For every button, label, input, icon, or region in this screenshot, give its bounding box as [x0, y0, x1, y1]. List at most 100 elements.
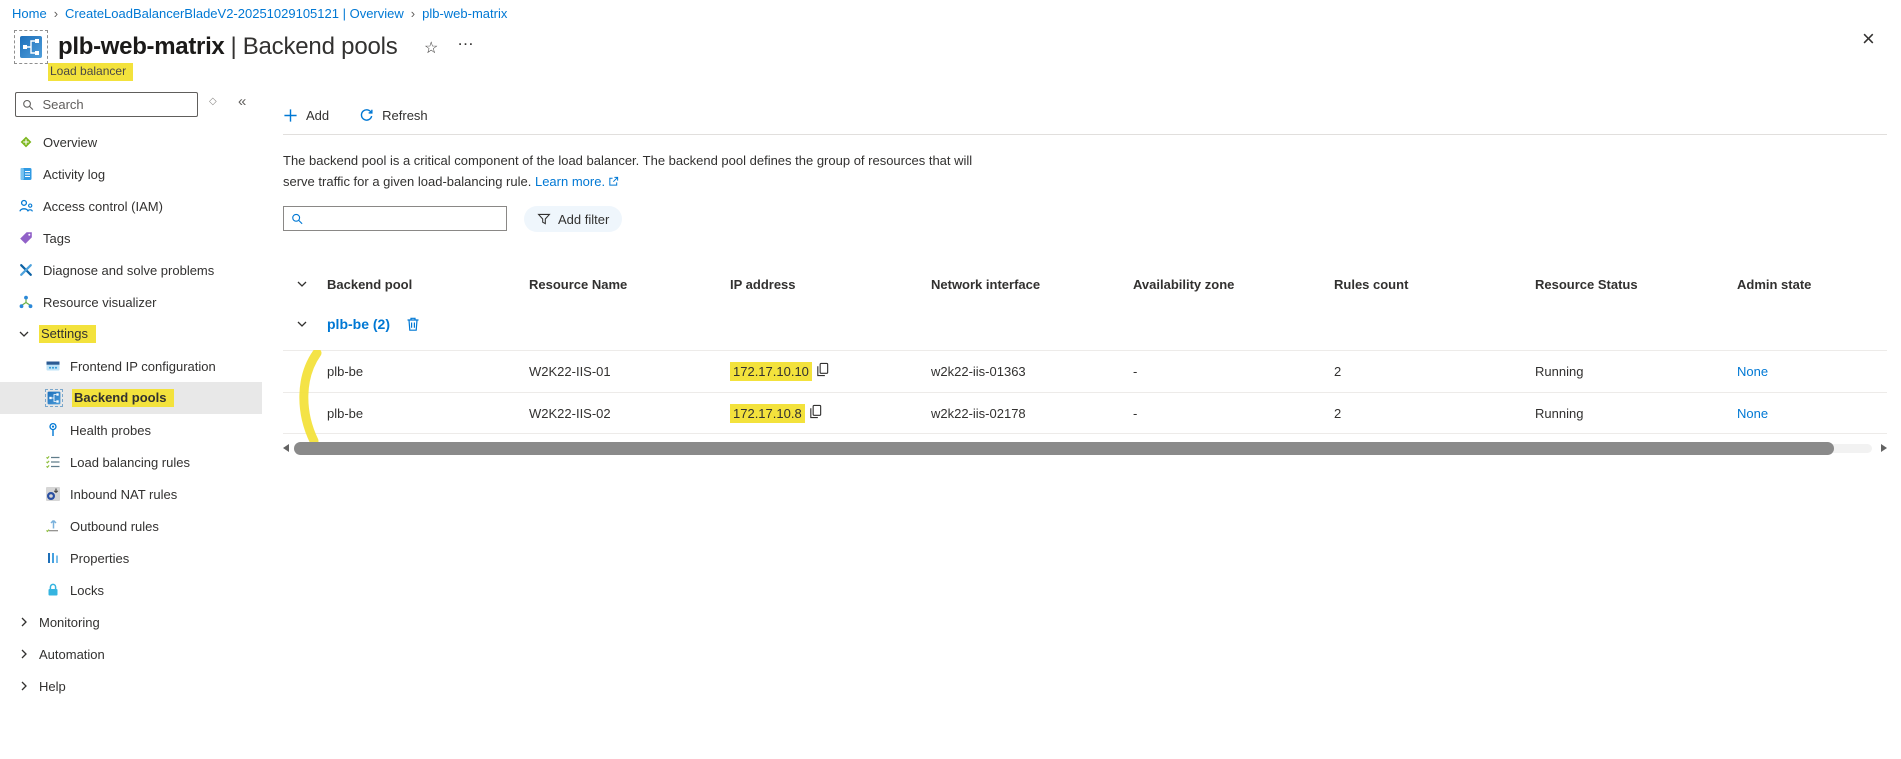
breadcrumb-home[interactable]: Home: [12, 6, 47, 21]
column-header-resource-name[interactable]: Resource Name: [529, 277, 730, 292]
sidebar-item-inbound-nat-rules[interactable]: Inbound NAT rules: [0, 478, 262, 510]
table-row[interactable]: plb-be W2K22-IIS-02 172.17.10.8 w2k22-ii…: [283, 392, 1887, 434]
column-header-backend-pool[interactable]: Backend pool: [327, 277, 529, 292]
column-header-admin-state[interactable]: Admin state: [1737, 277, 1887, 292]
table-filter-input[interactable]: [309, 210, 499, 227]
cell-availability-zone: -: [1133, 405, 1138, 421]
sidebar-item-load-balancing-rules[interactable]: Load balancing rules: [0, 446, 262, 478]
refresh-button[interactable]: Refresh: [359, 108, 428, 123]
outbound-rules-icon: [46, 519, 58, 533]
breadcrumb-current[interactable]: plb-web-matrix: [422, 6, 507, 21]
blade-name: Backend pools: [242, 33, 398, 60]
chevron-right-icon: [21, 617, 27, 627]
column-header-rules-count[interactable]: Rules count: [1334, 277, 1535, 292]
cell-admin-state[interactable]: None: [1737, 406, 1887, 421]
cell-ip-address: 172.17.10.10: [730, 362, 931, 381]
sidebar-item-label: Tags: [43, 230, 71, 246]
sidebar-item-tags[interactable]: Tags: [0, 222, 262, 254]
cell-rules-count: 2: [1334, 364, 1342, 379]
frontend-ip-icon: [46, 361, 60, 371]
sidebar-item-label: Activity log: [43, 166, 106, 182]
cell-resource-name: W2K22-IIS-02: [529, 405, 611, 421]
table-filter-search[interactable]: [283, 206, 507, 231]
add-button-label: Add: [306, 107, 330, 123]
more-options-icon[interactable]: …: [457, 30, 475, 50]
sidebar-item-resource-visualizer[interactable]: Resource visualizer: [0, 286, 262, 318]
load-balancer-icon: [14, 30, 48, 64]
delete-pool-icon[interactable]: [405, 316, 421, 332]
sidebar-item-label: Load balancing rules: [70, 454, 190, 470]
breadcrumb-separator: ›: [53, 6, 59, 21]
collapse-group-chevron-icon[interactable]: [283, 318, 327, 330]
sidebar-item-frontend-ip[interactable]: Frontend IP configuration: [0, 350, 262, 382]
sidebar-item-label: Monitoring: [39, 614, 100, 630]
chevron-right-icon: [21, 681, 27, 691]
sidebar-item-activity-log[interactable]: Activity log: [0, 158, 262, 190]
backend-pools-table: Backend pool Resource Name IP address Ne…: [283, 270, 1887, 434]
table-header-row: Backend pool Resource Name IP address Ne…: [283, 270, 1887, 298]
breadcrumb: Home › CreateLoadBalancerBladeV2-2025102…: [12, 6, 507, 21]
sidebar-item-label: Help: [39, 678, 66, 694]
sidebar-item-label: Overview: [43, 134, 98, 150]
ip-address-highlighted: 172.17.10.10: [730, 362, 812, 381]
sidebar-group-automation[interactable]: Automation: [0, 638, 262, 670]
sidebar-group-monitoring[interactable]: Monitoring: [0, 606, 262, 638]
sidebar-item-label: Diagnose and solve problems: [43, 262, 215, 278]
column-header-availability-zone[interactable]: Availability zone: [1133, 277, 1334, 292]
sidebar-item-locks[interactable]: Locks: [0, 574, 262, 606]
breadcrumb-blade[interactable]: CreateLoadBalancerBladeV2-20251029105121…: [65, 6, 404, 21]
description-line1: The backend pool is a critical component…: [283, 153, 973, 168]
scrollbar-thumb[interactable]: [294, 442, 1834, 455]
sidebar-item-label: Frontend IP configuration: [70, 358, 216, 374]
scrollbar-right-arrow-icon[interactable]: [1881, 444, 1887, 452]
column-header-network-interface[interactable]: Network interface: [931, 277, 1133, 292]
cell-admin-state[interactable]: None: [1737, 364, 1887, 379]
close-icon[interactable]: ×: [1862, 28, 1875, 50]
ip-address-highlighted: 172.17.10.8: [730, 403, 805, 423]
column-header-resource-status[interactable]: Resource Status: [1535, 277, 1737, 292]
scrollbar-left-arrow-icon[interactable]: [283, 444, 289, 452]
sidebar-search-input[interactable]: [40, 96, 191, 113]
sidebar-item-label: Backend pools: [72, 389, 175, 407]
blade-description: The backend pool is a critical component…: [283, 150, 972, 193]
favorite-star-icon[interactable]: ☆: [424, 38, 438, 58]
add-button[interactable]: Add: [283, 108, 329, 123]
sidebar-group-help[interactable]: Help: [0, 670, 262, 702]
horizontal-scrollbar: [283, 442, 1887, 455]
locks-icon: [48, 583, 58, 596]
plus-icon: [284, 108, 297, 122]
pool-group-row: plb-be (2): [283, 298, 1887, 350]
sidebar-item-health-probes[interactable]: Health probes: [0, 414, 262, 446]
cell-backend-pool: plb-be: [327, 405, 364, 421]
command-bar: Add Refresh: [283, 102, 428, 128]
expand-all-chevron-icon[interactable]: [283, 278, 327, 290]
cell-network-interface: w2k22-iis-02178: [931, 405, 1026, 421]
collapse-sidebar-icon[interactable]: «: [238, 93, 246, 110]
sidebar-group-settings[interactable]: Settings: [0, 318, 262, 350]
activity-log-icon: [20, 168, 32, 180]
external-link-icon: [608, 172, 619, 193]
sidebar-item-overview[interactable]: Overview: [0, 126, 262, 158]
column-header-ip-address[interactable]: IP address: [730, 277, 931, 292]
load-balancing-rules-icon: [46, 456, 60, 469]
sidebar-item-diagnose[interactable]: Diagnose and solve problems: [0, 254, 262, 286]
cell-resource-name: W2K22-IIS-01: [529, 364, 611, 379]
reset-search-icon[interactable]: ◇: [209, 96, 217, 107]
backend-pools-icon: [45, 389, 63, 407]
cell-rules-count: 2: [1334, 405, 1342, 421]
refresh-button-label: Refresh: [382, 107, 428, 123]
copy-icon[interactable]: [815, 362, 830, 377]
sidebar-item-label: Inbound NAT rules: [70, 486, 178, 502]
sidebar-search[interactable]: [15, 92, 198, 117]
copy-icon[interactable]: [808, 404, 823, 419]
add-filter-button[interactable]: Add filter: [524, 206, 623, 232]
sidebar-item-access-control[interactable]: Access control (IAM): [0, 190, 262, 222]
sidebar-item-properties[interactable]: Properties: [0, 542, 262, 574]
table-row[interactable]: plb-be W2K22-IIS-01 172.17.10.10 w2k22-i…: [283, 350, 1887, 392]
sidebar-item-label: Health probes: [70, 422, 151, 438]
learn-more-link[interactable]: Learn more.: [535, 174, 605, 189]
sidebar-item-outbound-rules[interactable]: Outbound rules: [0, 510, 262, 542]
sidebar-item-backend-pools[interactable]: Backend pools: [0, 382, 262, 414]
pool-group-name[interactable]: plb-be (2): [327, 316, 390, 332]
sidebar-item-label: Properties: [70, 550, 130, 566]
